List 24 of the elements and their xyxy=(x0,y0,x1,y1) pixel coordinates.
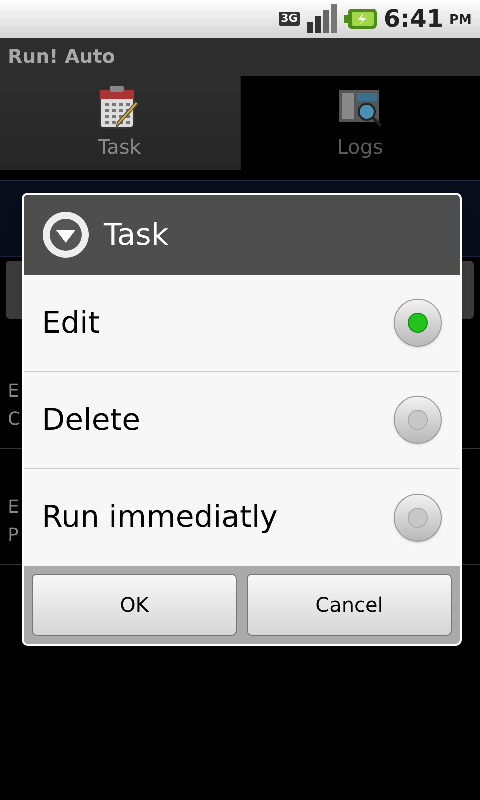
network-type: 3G xyxy=(279,12,300,26)
battery-charging-icon xyxy=(344,8,378,30)
clock: 6:41 xyxy=(384,4,444,35)
row-line: E xyxy=(8,380,20,404)
dialog-button[interactable]: OK xyxy=(32,574,237,636)
radio-button[interactable] xyxy=(394,396,442,444)
option-label: Run immediatly xyxy=(42,499,278,537)
row-line: C xyxy=(8,408,21,432)
row-line: P xyxy=(8,524,19,548)
option-row[interactable]: Edit xyxy=(24,275,460,372)
radio-button[interactable] xyxy=(394,299,442,347)
option-row[interactable]: Run immediatly xyxy=(24,469,460,566)
dialog-title: Task xyxy=(104,216,169,254)
dropdown-circle-icon xyxy=(42,211,90,259)
tab[interactable]: Task xyxy=(0,76,240,170)
radio-button[interactable] xyxy=(394,494,442,542)
dialog-button[interactable]: Cancel xyxy=(247,574,452,636)
signal-icon xyxy=(306,4,338,34)
option-row[interactable]: Delete xyxy=(24,372,460,469)
clock-period: PM xyxy=(450,12,472,30)
app-title: Run! Auto xyxy=(8,44,116,70)
option-label: Edit xyxy=(42,304,100,342)
option-label: Delete xyxy=(42,402,141,440)
row-line: E xyxy=(8,496,20,520)
